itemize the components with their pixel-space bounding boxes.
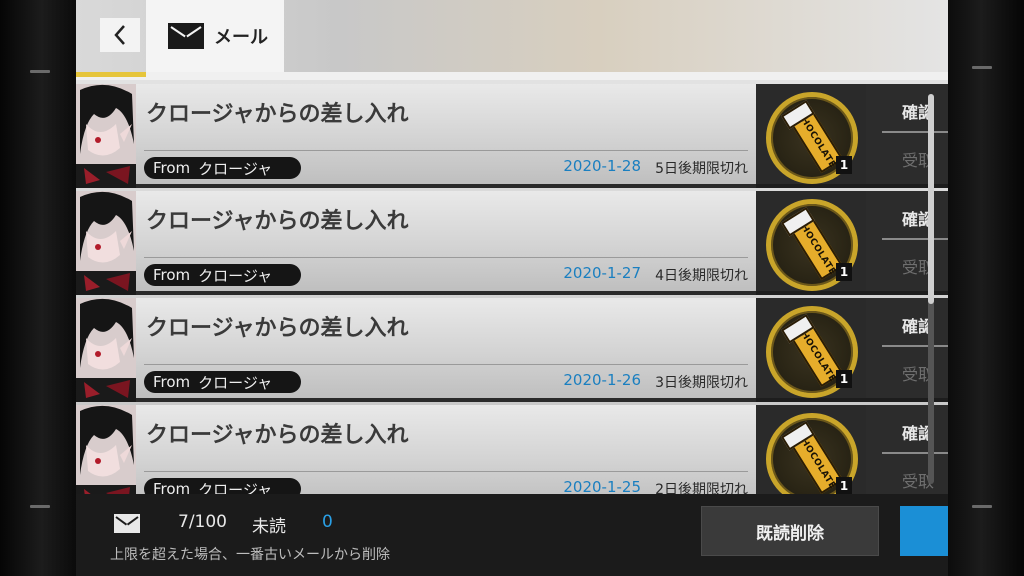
- header: メール: [76, 0, 948, 80]
- action-divider: [882, 345, 948, 347]
- mail-actions: 確認 受取: [866, 191, 948, 295]
- storage-limit-note: 上限を超えた場合、一番古いメールから削除: [110, 547, 390, 563]
- right-frame: [946, 0, 1024, 576]
- mail-row[interactable]: クロージャからの差し入れ From クロージャ 2020-1-26 3日後期限切…: [76, 298, 948, 402]
- item-name: CHOCOLATE: [794, 323, 838, 385]
- header-underline: [76, 72, 948, 80]
- from-label: From: [153, 373, 191, 391]
- mail-date: 2020-1-27: [563, 264, 641, 282]
- attachment-item[interactable]: CHOCOLATE 1: [756, 191, 866, 295]
- item-quantity: 1: [836, 477, 852, 495]
- item-name: CHOCOLATE: [794, 430, 838, 492]
- action-divider: [882, 131, 948, 133]
- sender-name: クロージャ: [198, 159, 273, 178]
- header-accent-bar: [76, 72, 146, 77]
- mail-date: 2020-1-28: [563, 157, 641, 175]
- attachment-item[interactable]: CHOCOLATE 1: [756, 298, 866, 402]
- scrollbar-thumb[interactable]: [928, 94, 934, 304]
- back-button[interactable]: [100, 18, 140, 52]
- footer: 7/100 未読 0 上限を超えた場合、一番古いメールから削除 既読削除: [76, 494, 948, 576]
- mail-divider: [144, 471, 748, 472]
- frame-tick: [972, 505, 992, 508]
- mail-panel: メール クロージャからの差し入れ From クロージャ 2020-1-28 5日…: [76, 0, 948, 576]
- sender-name: クロージャ: [198, 373, 273, 392]
- mail-actions: 確認 受取: [866, 84, 948, 188]
- mail-expiry: 3日後期限切れ: [655, 375, 748, 391]
- mail-subject: クロージャからの差し入れ: [146, 102, 409, 127]
- action-divider: [882, 238, 948, 240]
- mail-icon: [114, 514, 140, 533]
- sender-pill: From クロージャ: [144, 371, 301, 393]
- item-quantity: 1: [836, 156, 852, 174]
- mail-expiry: 5日後期限切れ: [655, 161, 748, 177]
- mail-row[interactable]: クロージャからの差し入れ From クロージャ 2020-1-27 4日後期限切…: [76, 191, 948, 295]
- mail-expiry: 4日後期限切れ: [655, 268, 748, 284]
- sender-avatar: [76, 191, 136, 295]
- mail-count: 7/100: [178, 512, 227, 532]
- sender-pill: From クロージャ: [144, 157, 301, 179]
- delete-read-button[interactable]: 既読削除: [701, 506, 879, 556]
- frame-tick: [30, 70, 50, 73]
- item-name: CHOCOLATE: [794, 109, 838, 171]
- chevron-left-icon: [114, 25, 125, 45]
- unread-count: 0: [322, 512, 333, 532]
- mail-subject: クロージャからの差し入れ: [146, 316, 409, 341]
- mail-body[interactable]: クロージャからの差し入れ From クロージャ 2020-1-28 5日後期限切…: [136, 84, 756, 188]
- from-label: From: [153, 266, 191, 284]
- mail-divider: [144, 364, 748, 365]
- receive-all-button[interactable]: [900, 506, 948, 556]
- unread-label: 未読: [252, 517, 286, 537]
- mail-subject: クロージャからの差し入れ: [146, 423, 409, 448]
- title-tab: メール: [146, 0, 284, 72]
- mail-body[interactable]: クロージャからの差し入れ From クロージャ 2020-1-26 3日後期限切…: [136, 298, 756, 402]
- item-quantity: 1: [836, 370, 852, 388]
- action-divider: [882, 452, 948, 454]
- frame-tick: [972, 66, 992, 69]
- mail-divider: [144, 150, 748, 151]
- mail-actions: 確認 受取: [866, 298, 948, 402]
- mail-subject: クロージャからの差し入れ: [146, 209, 409, 234]
- sender-pill: From クロージャ: [144, 264, 301, 286]
- mail-divider: [144, 257, 748, 258]
- mail-icon: [168, 23, 204, 49]
- frame-tick: [30, 505, 50, 508]
- from-label: From: [153, 159, 191, 177]
- mail-body[interactable]: クロージャからの差し入れ From クロージャ 2020-1-27 4日後期限切…: [136, 191, 756, 295]
- left-frame: [0, 0, 76, 576]
- sender-avatar: [76, 84, 136, 188]
- item-quantity: 1: [836, 263, 852, 281]
- sender-avatar: [76, 298, 136, 402]
- page-title: メール: [214, 27, 268, 48]
- sender-name: クロージャ: [198, 266, 273, 285]
- item-name: CHOCOLATE: [794, 216, 838, 278]
- mail-row[interactable]: クロージャからの差し入れ From クロージャ 2020-1-28 5日後期限切…: [76, 84, 948, 188]
- attachment-item[interactable]: CHOCOLATE 1: [756, 84, 866, 188]
- scrollbar[interactable]: [928, 94, 934, 484]
- mail-date: 2020-1-26: [563, 371, 641, 389]
